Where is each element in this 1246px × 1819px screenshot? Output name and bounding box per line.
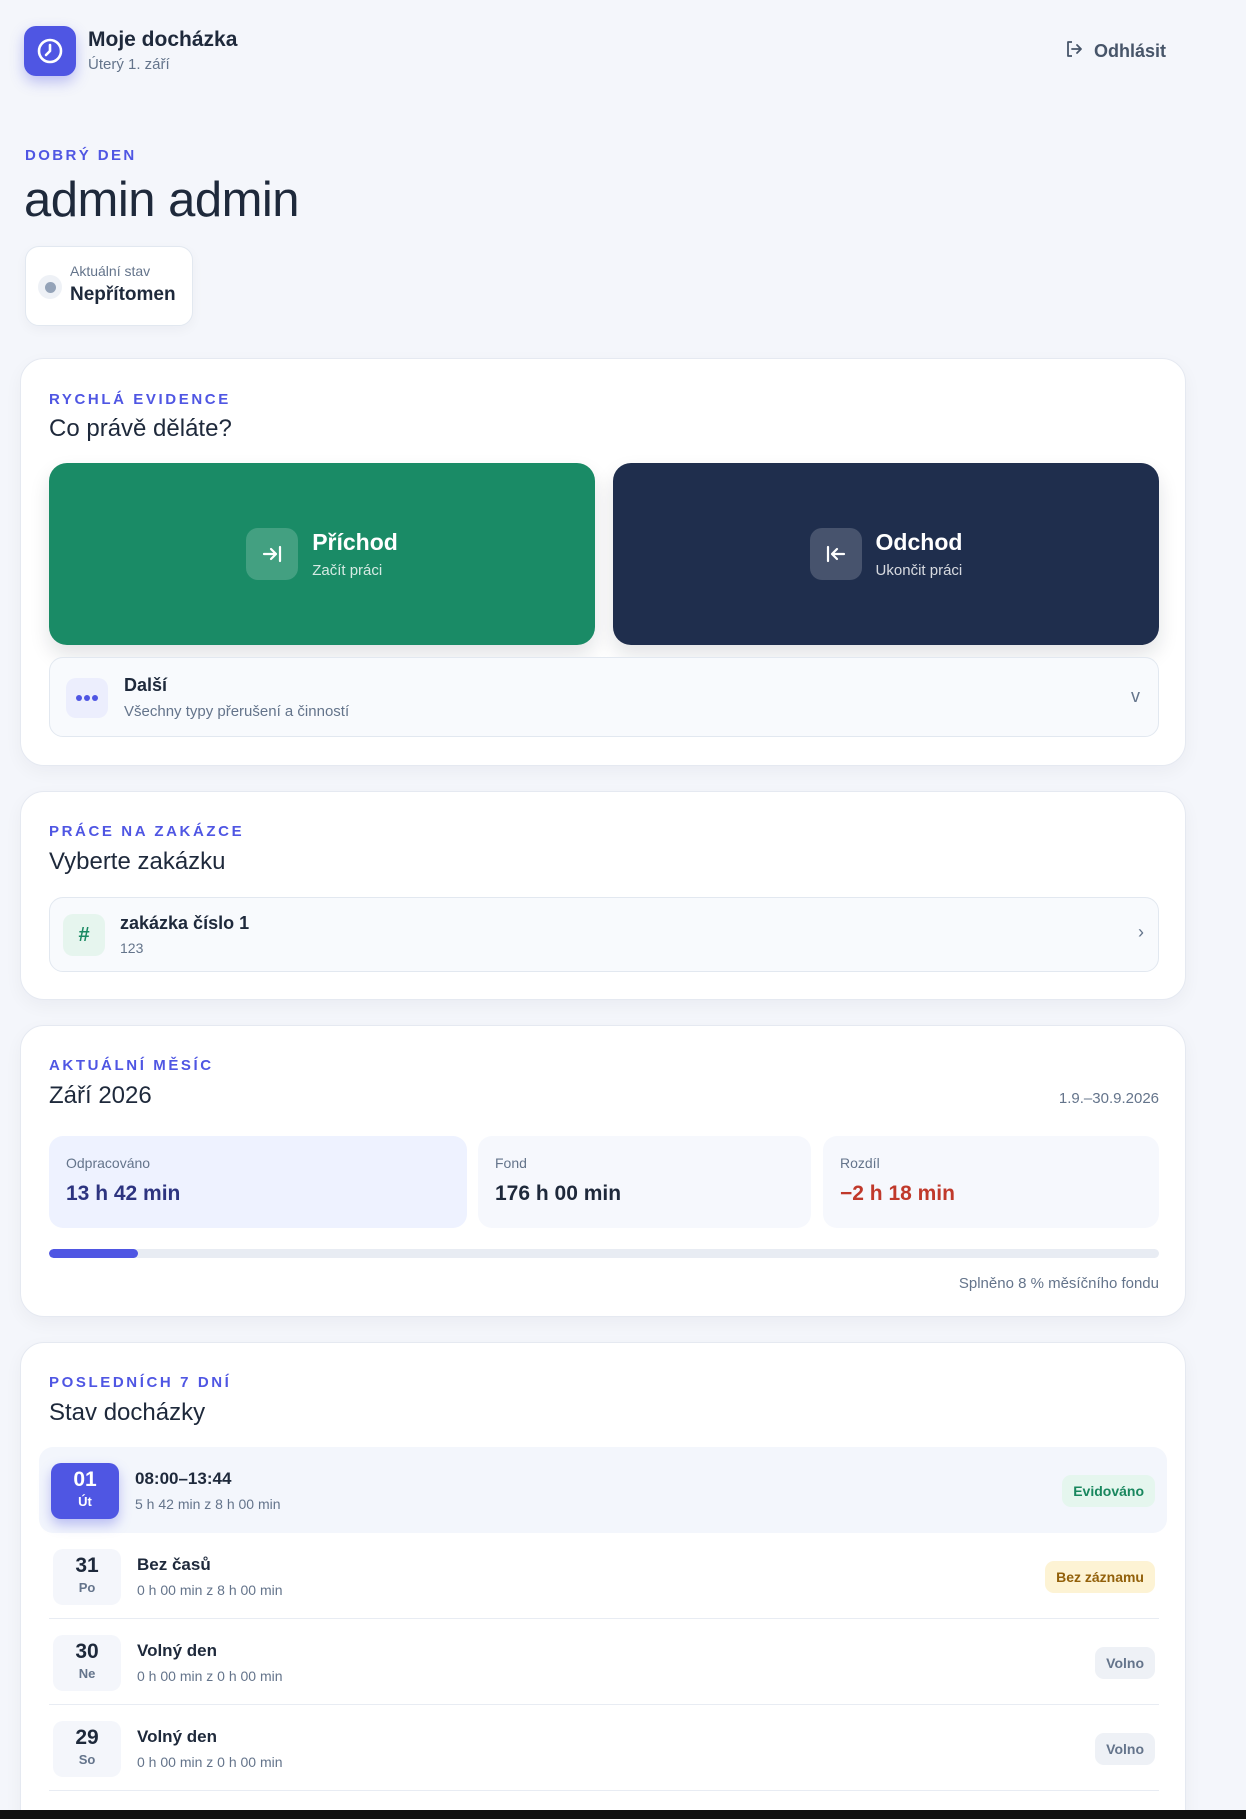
day-number: 30 bbox=[75, 1640, 99, 1663]
orders-eyebrow: PRÁCE NA ZAKÁZCE bbox=[49, 823, 245, 840]
stat-fund: Fond 176 h 00 min bbox=[478, 1136, 811, 1228]
day-of-week: Ne bbox=[78, 1666, 96, 1681]
day-number: 01 bbox=[73, 1468, 97, 1491]
top-bar: Moje docházka Úterý 1. září Odhlásit bbox=[24, 26, 1204, 80]
arrival-title: Příchod bbox=[312, 529, 398, 555]
order-code: 123 bbox=[120, 940, 144, 956]
day-of-week: So bbox=[78, 1752, 96, 1767]
month-card: AKTUÁLNÍ MĚSÍC Září 2026 1.9.–30.9.2026 … bbox=[20, 1025, 1186, 1317]
stat-diff-value: −2 h 18 min bbox=[840, 1182, 955, 1205]
day-subtitle: 0 h 00 min z 0 h 00 min bbox=[137, 1668, 283, 1684]
departure-title: Odchod bbox=[875, 529, 963, 555]
day-badge: 31 Po bbox=[53, 1549, 121, 1605]
more-title: Další bbox=[124, 675, 168, 695]
day-row[interactable]: 29 So Volný den 0 h 00 min z 0 h 00 min … bbox=[41, 1705, 1167, 1791]
status-value: Nepřítomen bbox=[70, 284, 176, 305]
month-progress-bar bbox=[49, 1249, 1159, 1258]
progress-label: Splněno 8 % měsíčního fondu bbox=[958, 1275, 1159, 1292]
stat-diff: Rozdíl −2 h 18 min bbox=[823, 1136, 1159, 1228]
departure-button[interactable]: Odchod Ukončit práci bbox=[613, 463, 1159, 645]
day-of-week: Út bbox=[78, 1494, 92, 1509]
day-number: 31 bbox=[75, 1554, 99, 1577]
stat-worked-label: Odpracováno bbox=[66, 1155, 151, 1171]
order-item[interactable]: # zakázka číslo 1 123 › bbox=[49, 897, 1159, 972]
more-actions-dropdown[interactable]: Další Všechny typy přerušení a činností … bbox=[49, 657, 1159, 737]
clock-icon bbox=[24, 26, 76, 76]
status-dot-icon bbox=[38, 275, 62, 299]
stat-diff-label: Rozdíl bbox=[840, 1155, 880, 1171]
logout-label: Odhlásit bbox=[1094, 40, 1167, 61]
day-status-tag: Bez záznamu bbox=[1045, 1561, 1155, 1593]
row-divider bbox=[49, 1790, 1159, 1791]
order-name: zakázka číslo 1 bbox=[120, 913, 250, 933]
quick-title: Co právě děláte? bbox=[49, 415, 232, 442]
day-badge: 01 Út bbox=[51, 1463, 119, 1519]
day-title: 08:00–13:44 bbox=[135, 1469, 232, 1488]
chevron-right-icon: › bbox=[1138, 922, 1144, 942]
day-status-tag: Volno bbox=[1095, 1733, 1155, 1765]
day-badge: 29 So bbox=[53, 1721, 121, 1777]
chevron-down-icon: v bbox=[1131, 686, 1140, 706]
app-title: Moje docházka bbox=[88, 28, 238, 51]
orders-title: Vyberte zakázku bbox=[49, 848, 226, 875]
day-title: Volný den bbox=[137, 1727, 217, 1746]
day-subtitle: 0 h 00 min z 8 h 00 min bbox=[137, 1582, 283, 1598]
stat-worked-value: 13 h 42 min bbox=[66, 1182, 181, 1205]
status-label: Aktuální stav bbox=[70, 263, 151, 279]
hash-icon: # bbox=[63, 914, 105, 956]
day-row[interactable]: 31 Po Bez časů 0 h 00 min z 8 h 00 min B… bbox=[41, 1533, 1167, 1619]
arrow-to-left-icon bbox=[809, 528, 862, 580]
day-badge: 30 Ne bbox=[53, 1635, 121, 1691]
quick-eyebrow: RYCHLÁ EVIDENCE bbox=[49, 391, 231, 408]
day-row[interactable]: 30 Ne Volný den 0 h 00 min z 0 h 00 min … bbox=[41, 1619, 1167, 1705]
current-date: Úterý 1. září bbox=[88, 56, 170, 73]
month-progress-fill bbox=[49, 1249, 138, 1258]
last-7-days-card: POSLEDNÍCH 7 DNÍ Stav docházky 01 Út 08:… bbox=[20, 1342, 1186, 1819]
month-eyebrow: AKTUÁLNÍ MĚSÍC bbox=[49, 1057, 214, 1074]
last7-eyebrow: POSLEDNÍCH 7 DNÍ bbox=[49, 1374, 232, 1391]
more-subtitle: Všechny typy přerušení a činností bbox=[124, 703, 350, 720]
greeting-eyebrow: DOBRÝ DEN bbox=[25, 147, 137, 164]
day-of-week: Po bbox=[78, 1580, 96, 1595]
last7-title: Stav docházky bbox=[49, 1399, 206, 1426]
quick-evidence-card: RYCHLÁ EVIDENCE Co právě děláte? Příchod… bbox=[20, 358, 1186, 766]
departure-subtitle: Ukončit práci bbox=[875, 562, 963, 579]
day-row[interactable]: 01 Út 08:00–13:44 5 h 42 min z 8 h 00 mi… bbox=[39, 1447, 1167, 1533]
day-title: Volný den bbox=[137, 1641, 217, 1660]
day-subtitle: 0 h 00 min z 0 h 00 min bbox=[137, 1754, 283, 1770]
day-status-tag: Volno bbox=[1095, 1647, 1155, 1679]
arrival-subtitle: Začít práci bbox=[312, 562, 383, 579]
logout-button[interactable]: Odhlásit bbox=[1064, 36, 1166, 66]
day-number: 29 bbox=[75, 1726, 99, 1749]
status-badge: Aktuální stav Nepřítomen bbox=[25, 246, 193, 326]
arrival-button[interactable]: Příchod Začít práci bbox=[49, 463, 595, 645]
stat-fund-label: Fond bbox=[495, 1155, 527, 1171]
month-period: 1.9.–30.9.2026 bbox=[1058, 1090, 1159, 1107]
bottom-edge bbox=[0, 1810, 1246, 1819]
orders-card: PRÁCE NA ZAKÁZCE Vyberte zakázku # zakáz… bbox=[20, 791, 1186, 1000]
stat-fund-value: 176 h 00 min bbox=[495, 1182, 622, 1205]
logout-icon bbox=[1064, 39, 1084, 64]
stat-worked: Odpracováno 13 h 42 min bbox=[49, 1136, 467, 1228]
day-title: Bez časů bbox=[137, 1555, 211, 1574]
month-title: Září 2026 bbox=[49, 1082, 152, 1109]
arrow-to-right-icon bbox=[246, 528, 299, 580]
user-name: admin admin bbox=[24, 173, 300, 227]
dots-icon bbox=[66, 678, 108, 718]
day-subtitle: 5 h 42 min z 8 h 00 min bbox=[135, 1496, 281, 1512]
day-status-tag: Evidováno bbox=[1062, 1475, 1155, 1507]
